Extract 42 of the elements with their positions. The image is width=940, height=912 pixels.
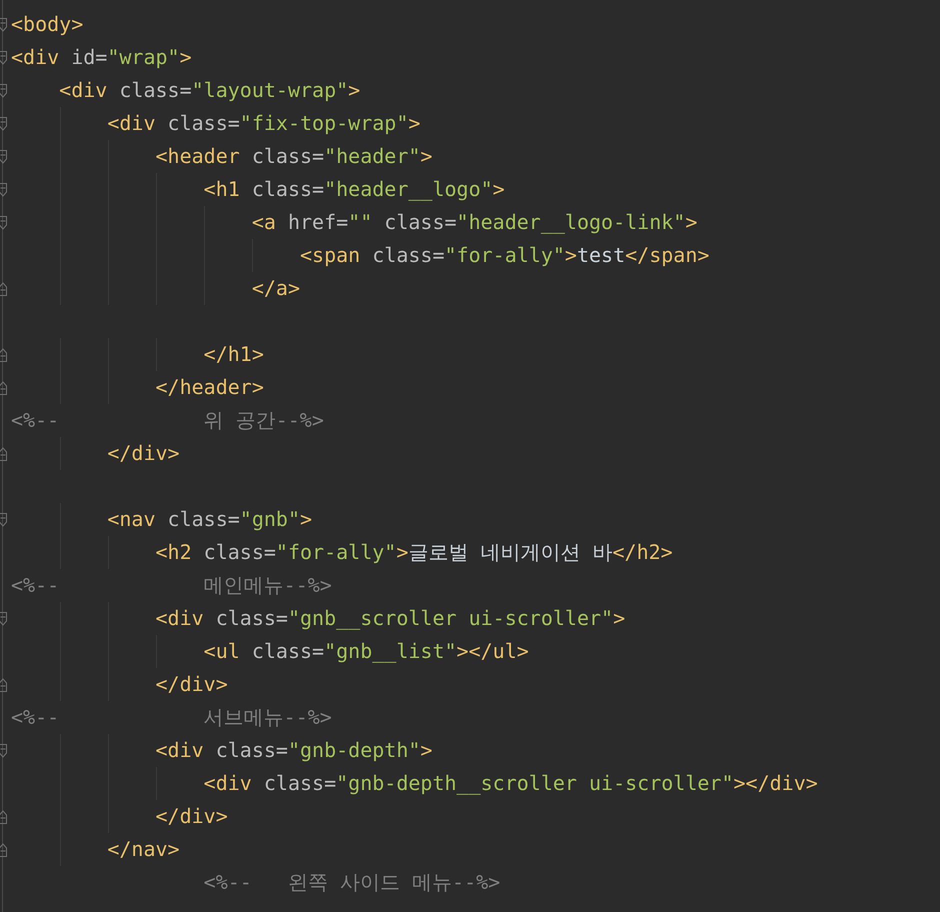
code-line: <span class="for-ally">test</span> xyxy=(298,242,710,269)
code-line: <%-- 위 공간--%> xyxy=(11,407,324,434)
fold-icon[interactable] xyxy=(0,150,7,164)
code-line: <%-- 서브메뉴--%> xyxy=(11,704,332,731)
code-line: <%-- 메인메뉴--%> xyxy=(11,572,332,599)
code-line: <header class="header"> xyxy=(154,143,432,170)
code-line: <div id="wrap"> xyxy=(11,44,192,71)
fold-icon[interactable] xyxy=(0,810,7,824)
fold-icon[interactable] xyxy=(0,282,7,296)
code-line: <div class="gnb-depth"> xyxy=(154,737,432,764)
fold-icon[interactable] xyxy=(0,18,7,32)
fold-icon[interactable] xyxy=(0,116,7,130)
code-line: <div class="gnb__scroller ui-scroller"> xyxy=(154,605,626,632)
fold-icon[interactable] xyxy=(0,380,7,394)
fold-icon[interactable] xyxy=(0,612,7,626)
code-line: </div> xyxy=(154,803,228,830)
code-line: </a> xyxy=(250,275,300,302)
code-line: <h2 class="for-ally">글로벌 네비게이션 바</h2> xyxy=(154,539,673,566)
code-line: </header> xyxy=(154,374,264,401)
fold-icon[interactable] xyxy=(0,842,7,856)
code-line: <h1 class="header__logo"> xyxy=(202,176,505,203)
code-line: <a href="" class="header__logo-link"> xyxy=(250,209,698,236)
code-line: </div> xyxy=(154,671,228,698)
fold-icon[interactable] xyxy=(0,182,7,196)
code-line: <%-- 왼쪽 사이드 메뉴--%> xyxy=(202,869,500,896)
code-line: <ul class="gnb__list"></ul> xyxy=(202,638,529,665)
code-line: <div class="gnb-depth__scroller ui-scroller"></div> xyxy=(202,770,818,797)
code-line: <div class="layout-wrap"> xyxy=(58,77,360,104)
code-line: </div> xyxy=(106,440,180,467)
fold-icon[interactable] xyxy=(0,678,7,692)
fold-icon[interactable] xyxy=(0,744,7,758)
code-line: </nav> xyxy=(106,836,180,863)
fold-icon[interactable] xyxy=(0,348,7,362)
code-line: <nav class="gnb"> xyxy=(106,506,312,533)
fold-icon[interactable] xyxy=(0,512,7,526)
code-line: </h1> xyxy=(202,341,264,368)
fold-icon[interactable] xyxy=(0,50,7,64)
fold-icon[interactable] xyxy=(0,216,7,230)
code-line: <div class="fix-top-wrap"> xyxy=(106,110,420,137)
fold-icon[interactable] xyxy=(0,84,7,98)
code-line: <body> xyxy=(11,11,84,38)
fold-icon[interactable] xyxy=(0,446,7,460)
